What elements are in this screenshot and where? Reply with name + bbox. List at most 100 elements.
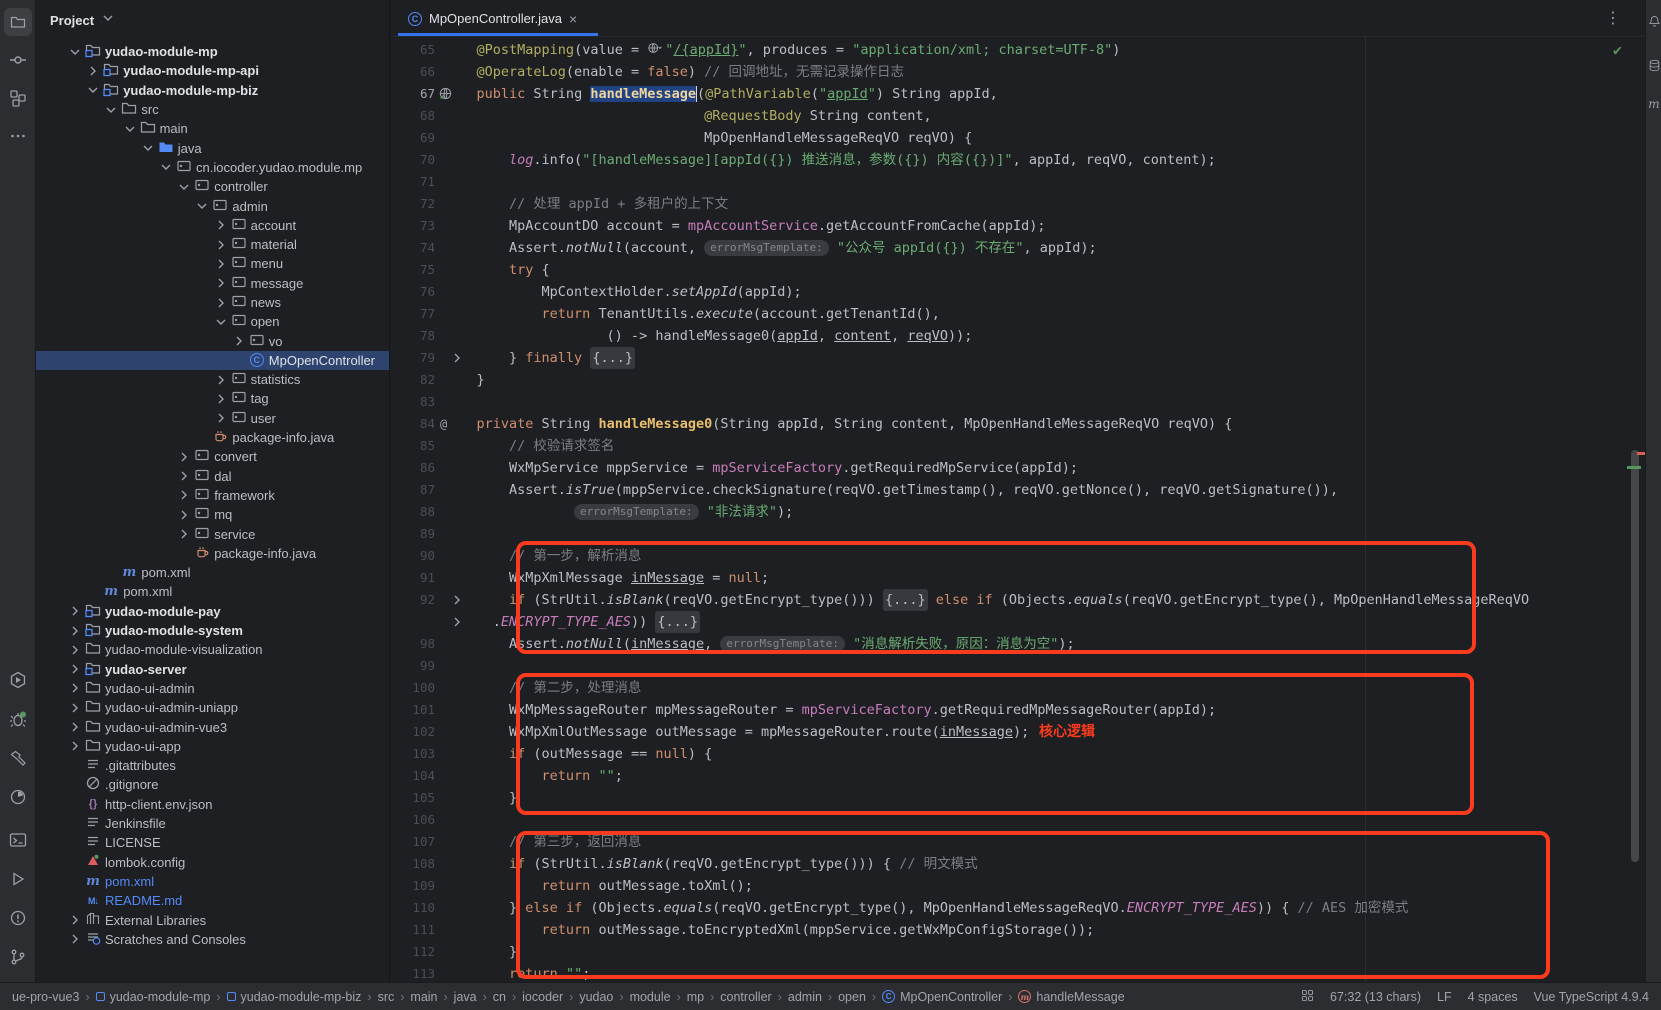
problems-tool-button[interactable] <box>4 904 32 932</box>
caret-position[interactable]: 67:32 (13 chars) <box>1330 990 1421 1004</box>
tree-item-vo[interactable]: vo <box>36 331 389 350</box>
chevron-right-icon[interactable] <box>66 680 84 696</box>
chevron-right-icon[interactable] <box>212 275 230 291</box>
tree-item-license[interactable]: LICENSE <box>36 833 389 852</box>
tree-item-yudao-server[interactable]: yudao-server <box>36 660 389 679</box>
code-line-102[interactable]: 102 WxMpXmlOutMessage outMessage = mpMes… <box>391 721 1645 743</box>
url-globe-icon[interactable] <box>647 40 663 63</box>
code-line-66[interactable]: 66 @OperateLog(enable = false) // 回调地址，无… <box>391 61 1645 83</box>
line-number[interactable]: 104 <box>391 765 435 787</box>
line-number[interactable]: 90 <box>391 545 435 567</box>
commit-tool-button[interactable] <box>4 46 32 74</box>
chevron-right-icon[interactable] <box>66 912 84 928</box>
tree-item-yudao-ui-app[interactable]: yudao-ui-app <box>36 737 389 756</box>
code-line-68[interactable]: 68 @RequestBody String content, <box>391 105 1645 127</box>
tree-item-lombok-config[interactable]: lombok.config <box>36 852 389 871</box>
line-number[interactable]: 110 <box>391 897 435 919</box>
line-number[interactable]: 107 <box>391 831 435 853</box>
chevron-right-icon[interactable] <box>175 507 193 523</box>
code-line-78[interactable]: 78 () -> handleMessage0(appId, content, … <box>391 325 1645 347</box>
line-number[interactable]: 77 <box>391 303 435 325</box>
code-line-72[interactable]: 72 // 处理 appId + 多租户的上下文 <box>391 193 1645 215</box>
line-number[interactable]: 67 <box>391 83 435 105</box>
line-number[interactable]: 66 <box>391 61 435 83</box>
tree-item-yudao-module-system[interactable]: yudao-module-system <box>36 621 389 640</box>
tree-item-dal[interactable]: dal <box>36 467 389 486</box>
breadcrumb-src[interactable]: src <box>378 990 395 1004</box>
breadcrumb-module[interactable]: module <box>630 990 671 1004</box>
chevron-right-icon[interactable] <box>175 449 193 465</box>
tree-item-pom-xml[interactable]: mpom.xml <box>36 563 389 582</box>
chevron-right-icon[interactable] <box>84 63 102 79</box>
code-line-90[interactable]: 90 // 第一步，解析消息 <box>391 545 1645 567</box>
services-tool-button[interactable] <box>4 666 32 694</box>
code-line-82[interactable]: 82 } <box>391 369 1645 391</box>
line-number[interactable]: 78 <box>391 325 435 347</box>
code-line-70[interactable]: 70 log.info("[handleMessage][appId({}) 推… <box>391 149 1645 171</box>
tree-item-material[interactable]: material <box>36 235 389 254</box>
line-number[interactable]: 112 <box>391 941 435 963</box>
tab-mpopencontroller[interactable]: C MpOpenController.java × <box>398 0 587 37</box>
tree-item-pom-xml[interactable]: mpom.xml <box>36 872 389 891</box>
code-line-69[interactable]: 69 MpOpenHandleMessageReqVO reqVO) { <box>391 127 1645 149</box>
tree-item-account[interactable]: account <box>36 216 389 235</box>
code-line-79[interactable]: 79 } finally {...} <box>391 347 1645 369</box>
line-number[interactable]: 98 <box>391 633 435 655</box>
notifications-button[interactable] <box>1647 14 1661 34</box>
tree-item-framework[interactable]: framework <box>36 486 389 505</box>
code-line-83[interactable]: 83 <box>391 391 1645 413</box>
tree-item-statistics[interactable]: statistics <box>36 370 389 389</box>
tree-item-admin[interactable]: admin <box>36 196 389 215</box>
typescript-version[interactable]: Vue TypeScript 4.9.4 <box>1534 990 1649 1004</box>
indent-setting[interactable]: 4 spaces <box>1468 990 1518 1004</box>
chevron-right-icon[interactable] <box>212 217 230 233</box>
line-number[interactable]: 68 <box>391 105 435 127</box>
editor-scrollbar[interactable] <box>1631 450 1639 862</box>
code-line-wrap[interactable]: .ENCRYPT_TYPE_AES)) {...} <box>391 611 1645 633</box>
tree-item-package-info-java[interactable]: package-info.java <box>36 544 389 563</box>
tree-item-yudao-module-mp[interactable]: yudao-module-mp <box>36 42 389 61</box>
tree-item-gitattributes[interactable]: .gitattributes <box>36 756 389 775</box>
code-line-84[interactable]: 84@ private String handleMessage0(String… <box>391 413 1645 435</box>
chevron-right-icon[interactable] <box>66 661 84 677</box>
profiler-tool-button[interactable] <box>4 783 32 811</box>
tree-item-http-client-env-json[interactable]: {}http-client.env.json <box>36 795 389 814</box>
chevron-down-icon[interactable] <box>121 121 139 137</box>
tree-item-jenkinsfile[interactable]: Jenkinsfile <box>36 814 389 833</box>
version-control-tool-button[interactable] <box>4 943 32 971</box>
line-separator[interactable]: LF <box>1437 990 1452 1004</box>
tree-item-yudao-module-mp-api[interactable]: yudao-module-mp-api <box>36 61 389 80</box>
code-line-111[interactable]: 111 return outMessage.toEncryptedXml(mpp… <box>391 919 1645 941</box>
line-number[interactable]: 65 <box>391 39 435 61</box>
tree-item-main[interactable]: main <box>36 119 389 138</box>
tree-item-cn-iocoder-yudao-module-mp[interactable]: cn.iocoder.yudao.module.mp <box>36 158 389 177</box>
tree-item-readme-md[interactable]: M↓README.md <box>36 891 389 910</box>
chevron-down-icon[interactable] <box>157 159 175 175</box>
tree-item-external-libraries[interactable]: External Libraries <box>36 910 389 929</box>
inspections-ok-icon[interactable]: ✔ <box>1613 41 1622 59</box>
line-number[interactable]: 86 <box>391 457 435 479</box>
chevron-right-icon[interactable] <box>212 295 230 311</box>
line-number[interactable]: 103 <box>391 743 435 765</box>
code-line-89[interactable]: 89 <box>391 523 1645 545</box>
chevron-right-icon[interactable] <box>175 487 193 503</box>
chevron-down-icon[interactable] <box>139 140 157 156</box>
more-tools-button[interactable] <box>4 122 32 150</box>
chevron-right-icon[interactable] <box>66 642 84 658</box>
code-line-104[interactable]: 104 return ""; <box>391 765 1645 787</box>
code-line-108[interactable]: 108 if (StrUtil.isBlank(reqVO.getEncrypt… <box>391 853 1645 875</box>
tree-item-src[interactable]: src <box>36 100 389 119</box>
code-line-92[interactable]: 92 if (StrUtil.isBlank(reqVO.getEncrypt_… <box>391 589 1645 611</box>
line-number[interactable]: 105 <box>391 787 435 809</box>
code-line-86[interactable]: 86 WxMpService mppService = mpServiceFac… <box>391 457 1645 479</box>
code-editor[interactable]: 65 @PostMapping(value = "/{appId}", prod… <box>391 37 1645 982</box>
tree-item-yudao-module-pay[interactable]: yudao-module-pay <box>36 602 389 621</box>
chevron-right-icon[interactable] <box>212 410 230 426</box>
line-number[interactable]: 84 <box>391 413 435 435</box>
code-line-101[interactable]: 101 WxMpMessageRouter mpMessageRouter = … <box>391 699 1645 721</box>
line-number[interactable]: 75 <box>391 259 435 281</box>
code-line-88[interactable]: 88 errorMsgTemplate: "非法请求"); <box>391 501 1645 523</box>
line-number[interactable]: 89 <box>391 523 435 545</box>
tree-item-mpopencontroller[interactable]: CMpOpenController <box>36 351 389 370</box>
tree-item-open[interactable]: open <box>36 312 389 331</box>
